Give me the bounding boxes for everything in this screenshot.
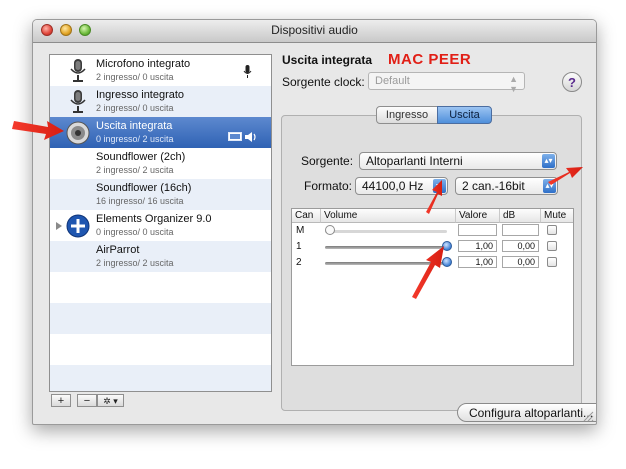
source-value: Altoparlanti Interni	[366, 154, 463, 168]
resize-grip-icon[interactable]	[583, 411, 594, 422]
annotation-label: MAC PEER	[388, 51, 472, 68]
remove-device-button[interactable]: −	[77, 394, 97, 407]
device-io-count: 2 ingresso/ 0 uscita	[96, 72, 174, 82]
tab-uscita[interactable]: Uscita	[437, 106, 492, 124]
help-button[interactable]: ?	[562, 72, 582, 92]
title-bar: Dispositivi audio	[33, 20, 596, 43]
list-empty-row	[50, 303, 271, 334]
source-select[interactable]: Altoparlanti Interni ▴▾	[359, 152, 557, 170]
device-list[interactable]: Microfono integrato 2 ingresso/ 0 uscita…	[49, 54, 272, 392]
device-detail-title: Uscita integrata	[282, 53, 373, 67]
list-empty-row	[50, 365, 271, 391]
device-name: Soundflower (16ch)	[96, 182, 192, 194]
device-io-count: 0 ingresso/ 0 uscita	[96, 227, 174, 237]
device-io-count: 16 ingresso/ 16 uscita	[96, 196, 184, 206]
speaker-badge-icon	[245, 132, 256, 142]
channel-label: 2	[296, 257, 302, 268]
device-item-soundflower-16ch[interactable]: Soundflower (16ch) 16 ingresso/ 16 uscit…	[50, 179, 271, 210]
volume-slider-thumb[interactable]	[442, 257, 452, 267]
channel-volume-table: Can Volume Valore dB Mute M 1 1,00 0,00 …	[291, 208, 574, 366]
microphone-icon	[70, 59, 86, 82]
mute-checkbox[interactable]	[547, 257, 557, 267]
device-item-uscita-integrata[interactable]: Uscita integrata 0 ingresso/ 2 uscita	[50, 117, 271, 148]
updown-arrows-icon: ▲ ▼	[509, 74, 518, 94]
value-field[interactable]: 1,00	[458, 256, 497, 268]
speaker-icon	[66, 121, 90, 145]
format-bits-value: 2 can.-16bit	[462, 179, 525, 193]
device-io-count: 2 ingresso/ 2 uscita	[96, 165, 174, 175]
channel-label: 1	[296, 241, 302, 252]
display-badge-icon	[228, 132, 242, 141]
window-title: Dispositivi audio	[271, 23, 358, 37]
mute-checkbox[interactable]	[547, 241, 557, 251]
clock-source-label: Sorgente clock:	[282, 75, 365, 89]
format-label: Formato:	[304, 179, 353, 193]
value-field[interactable]: 1,00	[458, 240, 497, 252]
device-item-ingresso-integrato[interactable]: Ingresso integrato 2 ingresso/ 0 uscita	[50, 86, 271, 117]
tab-ingresso[interactable]: Ingresso	[376, 106, 438, 124]
device-io-count: 0 ingresso/ 2 uscita	[96, 134, 174, 144]
microphone-badge-icon	[243, 65, 252, 78]
device-name: Uscita integrata	[96, 120, 173, 132]
device-name: Elements Organizer 9.0	[96, 213, 212, 225]
chevron-down-icon	[433, 179, 446, 193]
column-header-mute: Mute	[541, 209, 573, 223]
column-header-db: dB	[500, 209, 541, 223]
microphone-icon	[70, 90, 86, 113]
volume-slider-thumb[interactable]	[325, 225, 335, 235]
device-io-count: 2 ingresso/ 0 uscita	[96, 103, 174, 113]
format-rate-select[interactable]: 44100,0 Hz	[355, 177, 448, 195]
updown-arrows-icon: ▴▾	[542, 154, 555, 168]
device-name: Soundflower (2ch)	[96, 151, 186, 163]
column-header-can: Can	[292, 209, 321, 223]
value-field[interactable]	[458, 224, 497, 236]
source-label: Sorgente:	[301, 154, 354, 168]
mute-checkbox[interactable]	[547, 225, 557, 235]
format-bits-select[interactable]: 2 can.-16bit ▴▾	[455, 177, 558, 195]
clock-source-value: Default	[375, 75, 410, 87]
device-name: Ingresso integrato	[96, 89, 185, 101]
gear-menu-button[interactable]: ✲ ▾	[97, 394, 124, 407]
volume-slider-track[interactable]	[325, 230, 447, 233]
device-name: Microfono integrato	[96, 58, 191, 70]
add-device-button[interactable]: +	[51, 394, 71, 407]
device-item-soundflower-2ch[interactable]: Soundflower (2ch) 2 ingresso/ 2 uscita	[50, 148, 271, 179]
device-item-elements-organizer[interactable]: Elements Organizer 9.0 0 ingresso/ 0 usc…	[50, 210, 271, 241]
plus-circle-icon	[66, 214, 90, 238]
updown-arrows-icon: ▴▾	[543, 179, 556, 193]
clock-source-select[interactable]: Default ▲ ▼	[368, 72, 525, 94]
volume-slider-thumb[interactable]	[442, 241, 452, 251]
column-header-volume: Volume	[321, 209, 456, 223]
device-name: AirParrot	[96, 244, 140, 256]
volume-slider-track[interactable]	[325, 262, 447, 265]
column-header-valore: Valore	[456, 209, 500, 223]
audio-devices-window: Dispositivi audio Microfono integrato 2 …	[32, 19, 597, 425]
device-item-airparrot[interactable]: AirParrot 2 ingresso/ 2 uscita	[50, 241, 271, 272]
device-io-count: 2 ingresso/ 2 uscita	[96, 258, 174, 268]
channel-label: M	[296, 225, 305, 236]
configure-speakers-button[interactable]: Configura altoparlanti...	[457, 403, 596, 422]
db-field[interactable]	[502, 224, 539, 236]
format-rate-value: 44100,0 Hz	[362, 179, 424, 193]
db-field[interactable]: 0,00	[502, 256, 539, 268]
volume-slider-track[interactable]	[325, 246, 447, 249]
device-item-microfono-integrato[interactable]: Microfono integrato 2 ingresso/ 0 uscita	[50, 55, 271, 86]
disclosure-triangle-icon[interactable]	[56, 222, 62, 230]
db-field[interactable]: 0,00	[502, 240, 539, 252]
